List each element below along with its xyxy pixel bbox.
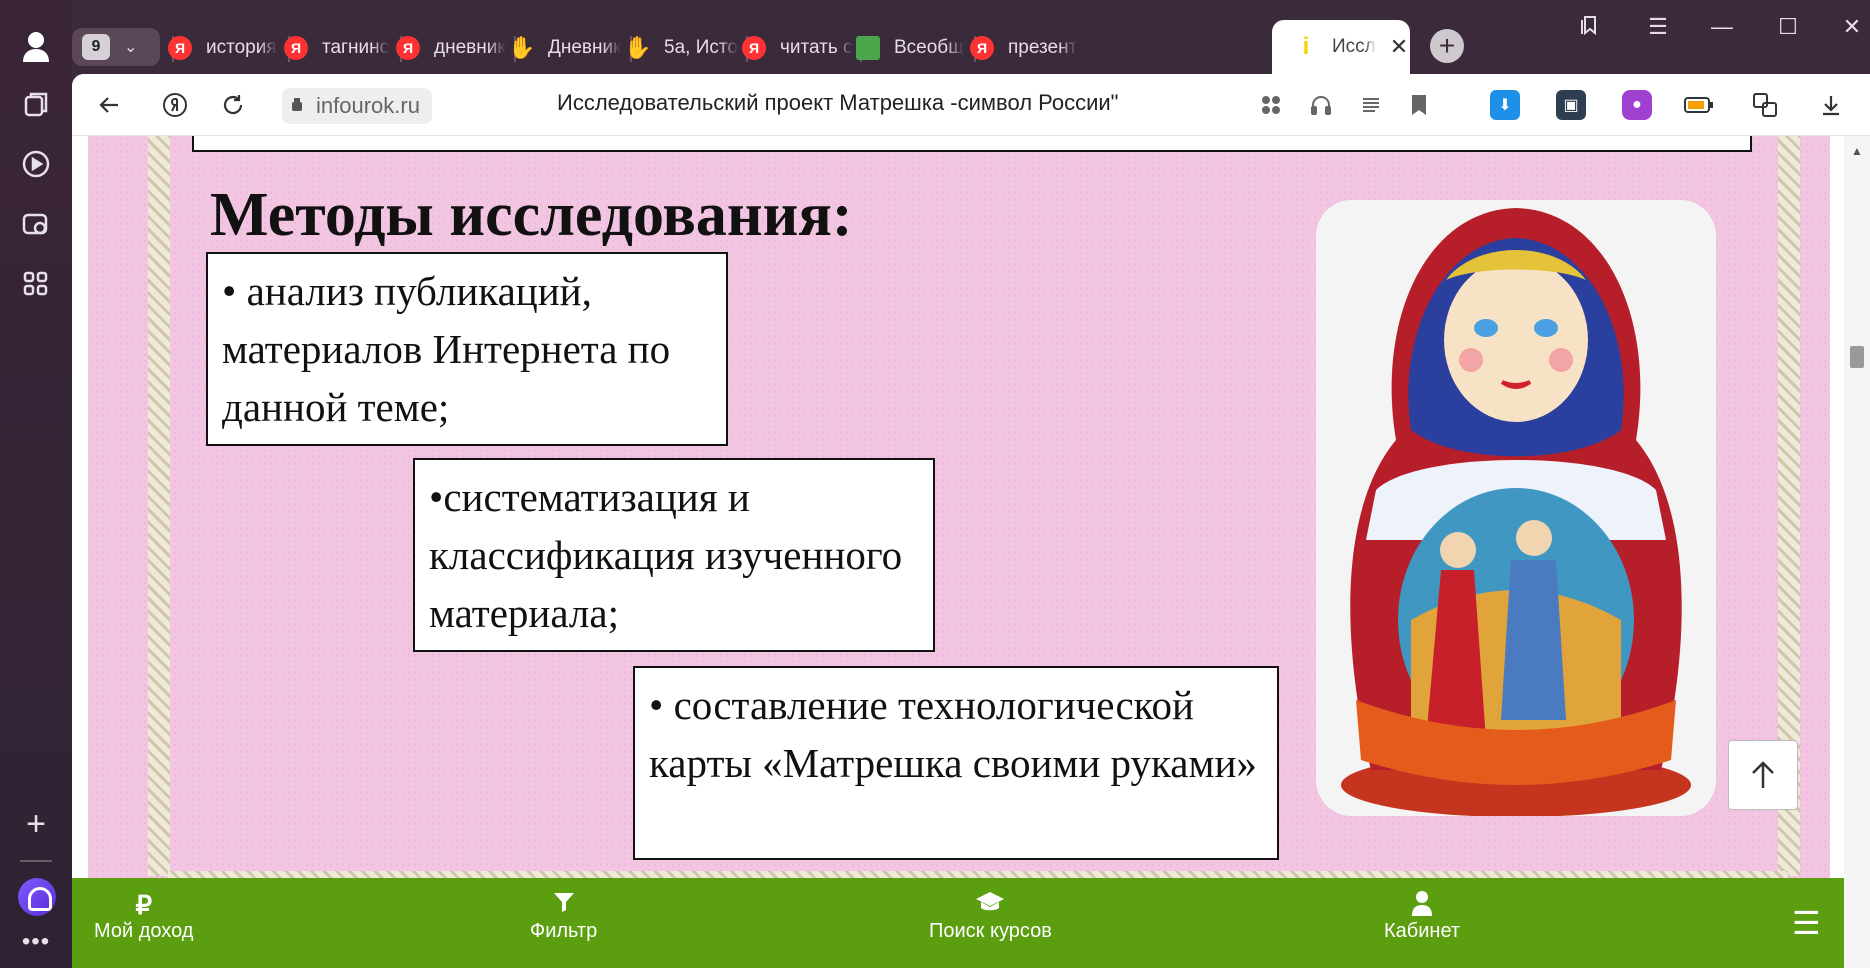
method-box-3: • составление технологической карты «Мат… [633,666,1279,860]
hand-icon: ✋ [510,35,536,60]
slide-heading: Методы исследования: [210,181,853,249]
more-icon[interactable]: ••• [18,924,54,960]
yandex-home-icon[interactable] [158,88,192,122]
method-box-2: •систематизация и классификация изученно… [413,458,935,652]
url-bar[interactable]: infourok.ru [282,88,432,124]
close-window-icon[interactable]: ✕ [1832,14,1870,40]
nav-label: Фильтр [530,920,598,942]
menu-icon[interactable]: ☰ [1638,14,1678,40]
nav-label: Поиск курсов [929,920,1052,942]
browser-sidebar: + ••• [0,0,72,968]
scroll-up-icon[interactable]: ▲ [1851,144,1863,158]
address-toolbar: infourok.ru Исследовательский проект Мат… [72,74,1870,136]
tab-strip: 9 ⌄ Я история Я тагнинс Я дневник ✋ Днев… [72,0,1870,74]
add-panel-icon[interactable]: + [18,805,54,843]
hand-icon: ✋ [626,35,652,60]
tab-3[interactable]: Я дневник [396,30,508,66]
nav-my-income[interactable]: ₽ Мой доход [94,890,193,943]
nav-filter[interactable]: Фильтр [530,890,597,943]
apps-grid-icon[interactable] [18,266,54,302]
matryoshka-image [1316,200,1716,816]
screenshot-icon[interactable] [18,206,54,242]
close-tab-icon[interactable]: ✕ [1390,34,1408,60]
translate-icon[interactable] [1748,88,1782,122]
yandex-icon: Я [284,36,308,60]
bookmark-icon[interactable] [1402,88,1436,122]
tab-5[interactable]: ✋ 5а, Исто [626,30,740,66]
url-domain[interactable]: infourok.ru [312,88,432,124]
tab-count-badge: 9 [82,34,110,60]
tab-label: история [206,37,277,58]
profile-icon[interactable] [18,28,54,64]
hamburger-menu-icon[interactable]: ☰ [1792,904,1821,942]
chevron-down-icon: ⌄ [124,39,138,56]
headphones-icon[interactable] [1304,88,1338,122]
bottom-navigation: ₽ Мой доход Фильтр Поиск курсов Кабинет … [72,878,1844,968]
nav-label: Мой доход [94,920,194,942]
nav-cabinet[interactable]: Кабинет [1384,890,1460,943]
account-extension-icon[interactable]: ● [1622,90,1652,120]
reload-icon[interactable] [216,88,250,122]
tab-label: дневник [434,37,506,58]
tab-1[interactable]: Я история [168,30,278,66]
minimize-icon[interactable]: — [1702,14,1742,40]
tab-active[interactable]: i Иссл ✕ [1272,20,1410,74]
battery-icon[interactable] [1682,88,1716,122]
tab-label: 5а, Исто [664,37,738,58]
tab-7[interactable]: Всеобщ [856,30,968,66]
video-icon[interactable] [18,146,54,182]
nav-course-search[interactable]: Поиск курсов [929,890,1052,943]
book-icon [856,36,880,60]
yandex-icon: Я [396,36,420,60]
yandex-icon: Я [970,36,994,60]
presentation-slide: Методы исследования: • анализ публикаций… [88,136,1830,956]
graduation-cap-icon [975,890,1005,920]
yandex-icon: Я [742,36,766,60]
reader-mode-icon[interactable] [1354,88,1388,122]
tab-label: тагнинс [322,37,390,58]
alice-assistant-icon[interactable] [18,878,56,916]
filter-icon [552,890,576,920]
tab-label: Дневник [548,37,622,58]
dots-grid-icon[interactable] [1254,88,1288,122]
page-content: Методы исследования: • анализ публикаций… [72,136,1870,968]
downloads-icon[interactable] [1814,88,1848,122]
scrollbar-thumb[interactable] [1850,346,1864,368]
yandex-icon: Я [168,36,192,60]
method-box-1: • анализ публикаций, материалов Интернет… [206,252,728,446]
tab-label: Иссл [1332,36,1376,57]
ruble-icon: ₽ [135,890,152,920]
page-title: Исследовательский проект Матрешка -симво… [557,90,1119,115]
user-icon [1411,890,1433,920]
new-tab-button[interactable]: + [1430,29,1464,63]
collections-icon[interactable] [1570,14,1610,42]
tab-8[interactable]: Я презент [970,30,1080,66]
tab-label: Всеобщ [894,37,964,58]
tab-label: читать с [780,37,853,58]
infourok-icon: i [1302,33,1310,60]
scroll-to-top-button[interactable] [1728,740,1798,810]
lock-icon[interactable] [282,88,312,124]
tab-6[interactable]: Я читать с [742,30,854,66]
scrollbar[interactable]: ▲ [1844,136,1870,968]
screenshot-extension-icon[interactable]: ▣ [1556,90,1586,120]
tab-2[interactable]: Я тагнинс [284,30,394,66]
back-icon[interactable] [92,88,126,122]
browser-view: infourok.ru Исследовательский проект Мат… [72,74,1870,968]
nav-label: Кабинет [1384,920,1461,942]
previous-box-edge [192,136,1752,152]
tab-label: презент [1008,37,1078,58]
tabs-panel-icon[interactable] [18,86,54,122]
tab-4[interactable]: ✋ Дневник [510,30,624,66]
maximize-icon[interactable]: ☐ [1768,14,1808,40]
download-extension-icon[interactable]: ⬇ [1490,90,1520,120]
rope-border-left [148,136,170,876]
sidebar-divider [20,860,52,862]
tab-count-button[interactable]: 9 ⌄ [72,28,160,66]
